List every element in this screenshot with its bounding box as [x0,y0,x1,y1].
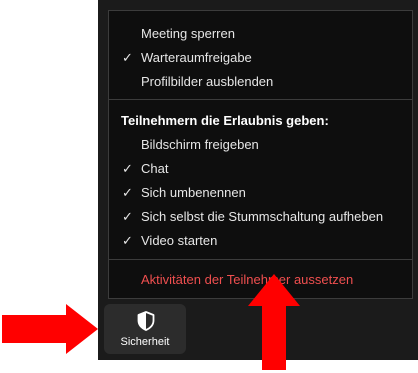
check-icon: ✓ [122,161,133,176]
annotation-arrow-up-icon [248,274,300,370]
menu-item-share-screen[interactable]: Bildschirm freigeben [109,133,412,157]
menu-item-hide-profile-pictures[interactable]: Profilbilder ausblenden [109,70,412,94]
menu-divider [109,99,412,100]
security-menu: Meeting sperren ✓ Warteraumfreigabe Prof… [108,10,413,299]
check-icon: ✓ [122,233,133,248]
check-icon: ✓ [122,185,133,200]
check-icon: ✓ [122,50,133,65]
menu-item-rename-self[interactable]: ✓ Sich umbenennen [109,181,412,205]
annotation-arrow-right-icon [2,304,98,354]
menu-item-unmute-self[interactable]: ✓ Sich selbst die Stummschaltung aufhebe… [109,205,412,229]
permissions-section-title: Teilnehmern die Erlaubnis geben: [121,113,329,128]
menu-divider [109,259,412,260]
security-button-label: Sicherheit [120,336,170,348]
security-button[interactable]: Sicherheit [104,304,186,354]
check-icon: ✓ [122,209,133,224]
menu-item-chat[interactable]: ✓ Chat [109,157,412,181]
shield-icon [137,311,155,331]
menu-item-waiting-room[interactable]: ✓ Warteraumfreigabe [109,46,412,70]
menu-item-lock-meeting[interactable]: Meeting sperren [109,22,412,46]
menu-item-start-video[interactable]: ✓ Video starten [109,229,412,253]
